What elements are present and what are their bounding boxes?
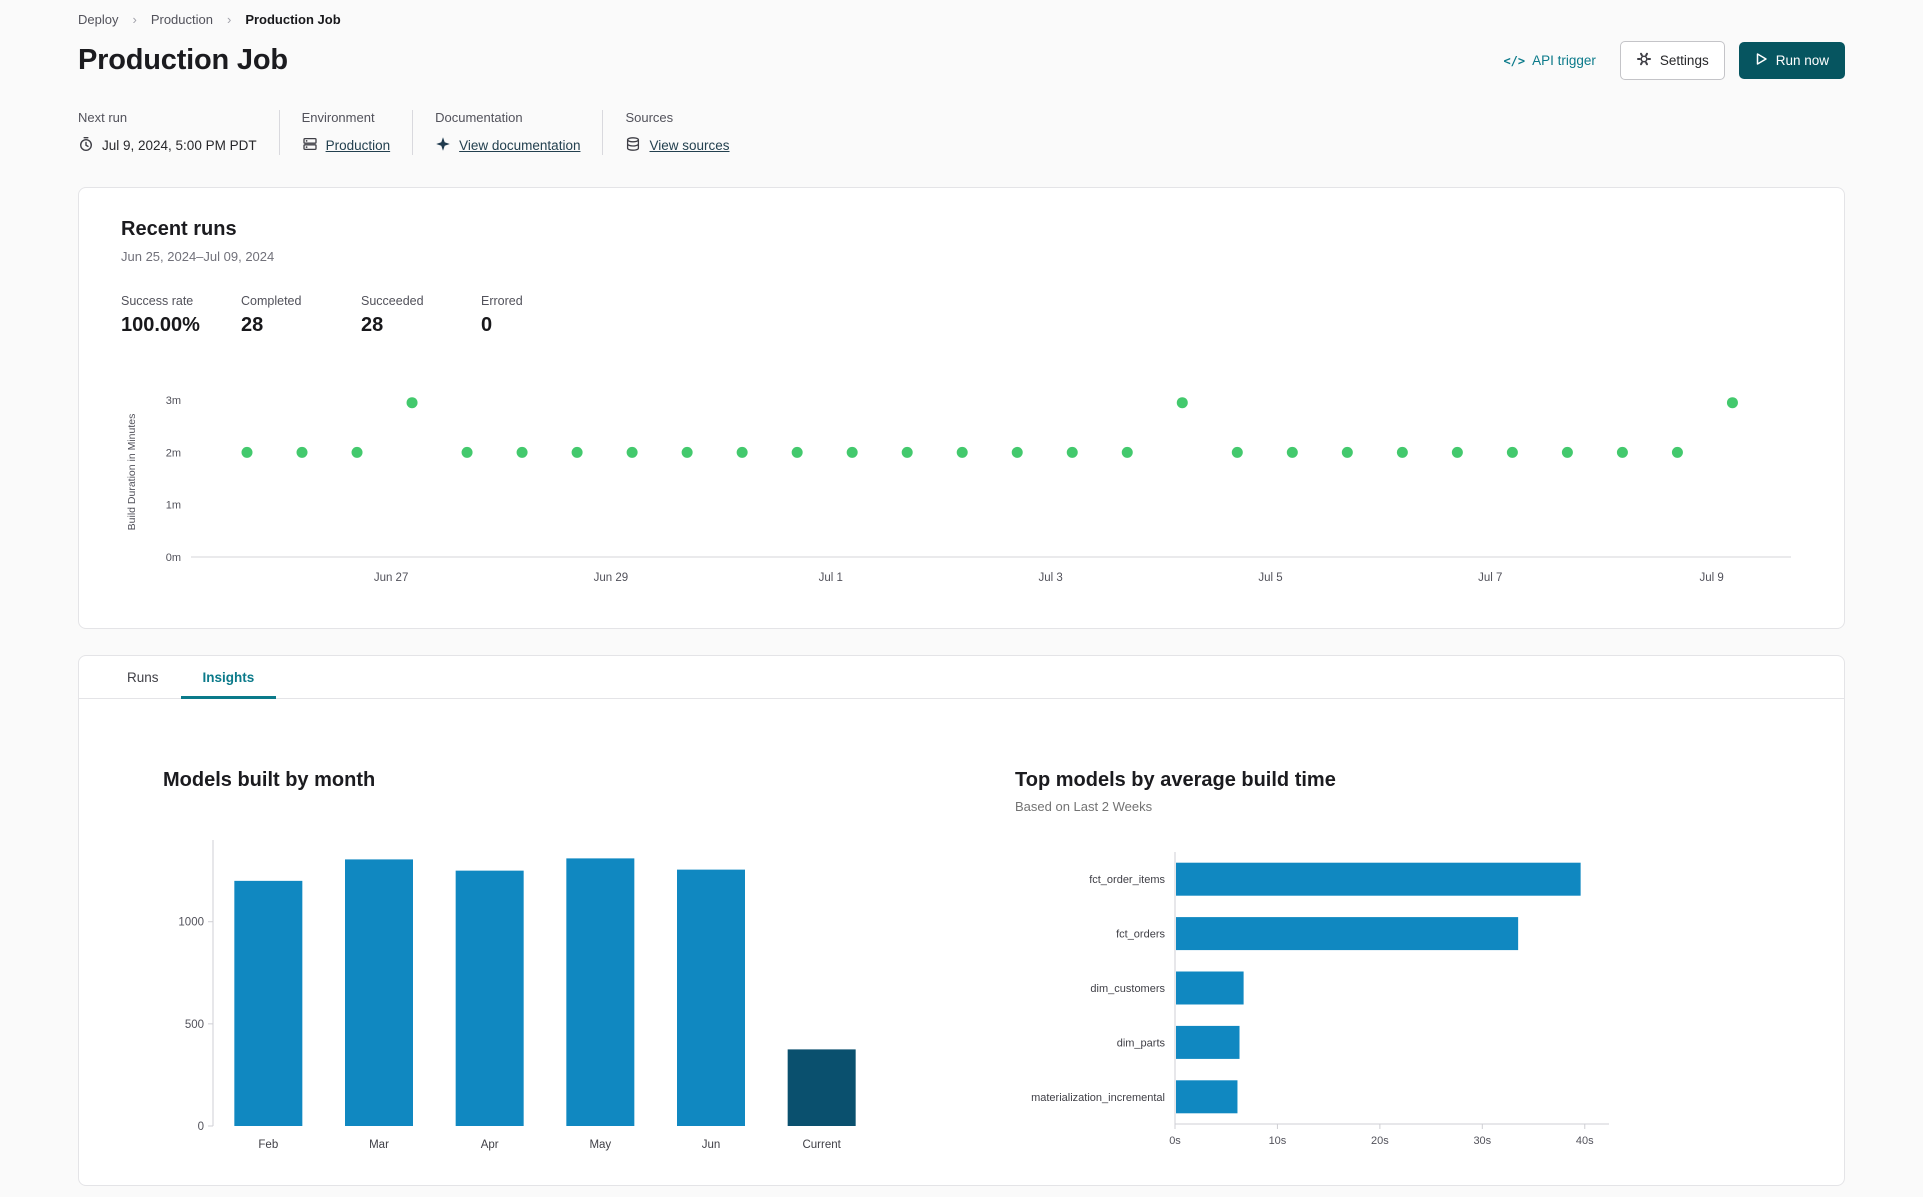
settings-button[interactable]: Settings (1619, 41, 1725, 80)
svg-text:0s: 0s (1169, 1135, 1181, 1147)
breadcrumb: Deploy › Production › Production Job (78, 12, 1845, 27)
environment-link[interactable]: Production (326, 138, 391, 153)
run-now-button-label: Run now (1775, 53, 1829, 68)
svg-text:0: 0 (198, 1121, 204, 1133)
chevron-right-icon: › (226, 12, 232, 27)
sources-section: Sources View sources (625, 110, 729, 155)
svg-text:30s: 30s (1473, 1135, 1491, 1147)
svg-text:Jul 3: Jul 3 (1038, 572, 1062, 584)
next-run-value: Jul 9, 2024, 5:00 PM PDT (102, 138, 257, 153)
run-now-button[interactable]: Run now (1738, 42, 1845, 79)
svg-text:Jun 29: Jun 29 (594, 572, 629, 584)
svg-text:Build Duration in Minutes: Build Duration in Minutes (126, 414, 138, 531)
svg-text:20s: 20s (1371, 1135, 1389, 1147)
stat-succeeded: Succeeded 28 (361, 294, 424, 336)
svg-text:Jul 1: Jul 1 (819, 572, 843, 584)
models-by-month-title: Models built by month (163, 769, 376, 791)
play-icon (1755, 52, 1768, 69)
next-run-label: Next run (78, 110, 128, 125)
documentation-label: Documentation (435, 110, 523, 125)
job-detail-card: Runs Insights Models built by month 0 500… (78, 655, 1845, 1186)
svg-text:fct_orders: fct_orders (1116, 929, 1165, 941)
svg-text:Apr: Apr (481, 1139, 499, 1151)
view-documentation-link[interactable]: View documentation (459, 138, 580, 153)
environment-section: Environment Production (302, 110, 391, 155)
breadcrumb-item-current: Production Job (245, 12, 341, 27)
recent-runs-card: Recent runs Jun 25, 2024–Jul 09, 2024 Su… (78, 187, 1845, 629)
breadcrumb-item-deploy[interactable]: Deploy (78, 12, 118, 27)
documentation-section: Documentation View documentation (435, 110, 580, 155)
svg-text:1000: 1000 (178, 917, 204, 929)
models-by-month-section: Models built by month 0 500 1000 Feb Mar Apr M… (163, 769, 1015, 1170)
next-run-section: Next run Jul 9, 2024, 5:00 PM PDT (78, 110, 257, 155)
job-info-bar: Next run Jul 9, 2024, 5:00 PM PDT Enviro… (78, 110, 1845, 155)
top-models-subtitle: Based on Last 2 Weeks (1015, 799, 1153, 814)
page-title: Production Job (78, 44, 288, 76)
vertical-divider (278, 110, 280, 155)
svg-text:40s: 40s (1576, 1135, 1594, 1147)
insights-panel: Models built by month 0 500 1000 Feb Mar Apr M… (79, 699, 1844, 1170)
database-icon (625, 136, 641, 155)
page-header: Production Job </> API trigger Settings … (78, 41, 1845, 80)
sources-label: Sources (625, 110, 674, 125)
tab-bar: Runs Insights (79, 656, 1844, 699)
header-actions: </> API trigger Settings Run now (1503, 41, 1845, 80)
tab-insights[interactable]: Insights (180, 656, 277, 699)
stat-completed: Completed 28 (241, 294, 302, 336)
tab-runs[interactable]: Runs (105, 656, 181, 699)
docs-icon (435, 136, 451, 155)
svg-text:dim_parts: dim_parts (1117, 1037, 1166, 1049)
svg-text:Jul 9: Jul 9 (1699, 572, 1723, 584)
stat-success-rate: Success rate 100.00% (121, 294, 200, 336)
view-sources-link[interactable]: View sources (649, 138, 729, 153)
chevron-right-icon: › (132, 12, 137, 27)
breadcrumb-item-production[interactable]: Production (151, 12, 213, 27)
api-trigger-link[interactable]: </> API trigger (1503, 53, 1595, 68)
production-job-page: Deploy › Production › Production Job Pro… (0, 0, 1923, 1186)
environment-icon (302, 136, 318, 155)
settings-button-label: Settings (1659, 53, 1709, 68)
models-by-month-chart-svg: 0 500 1000 Feb Mar Apr May Jun Current (178, 840, 856, 1151)
svg-text:Feb: Feb (258, 1139, 278, 1151)
top-models-section: Top models by average build time Based o… (1015, 769, 1665, 1170)
gear-icon (1636, 51, 1652, 70)
recent-runs-date-range: Jun 25, 2024–Jul 09, 2024 (121, 249, 275, 264)
svg-text:Current: Current (802, 1139, 841, 1151)
svg-text:2m: 2m (166, 447, 181, 459)
recent-runs-stats: Success rate 100.00% Completed 28 Succee… (121, 294, 1802, 337)
svg-text:fct_order_items: fct_order_items (1089, 874, 1165, 886)
vertical-divider (602, 110, 604, 155)
svg-text:500: 500 (185, 1019, 204, 1031)
stat-errored: Errored 0 (481, 294, 523, 336)
svg-text:Jul 7: Jul 7 (1478, 572, 1502, 584)
svg-text:1m: 1m (166, 500, 181, 512)
vertical-divider (412, 110, 414, 155)
recent-runs-title: Recent runs (121, 218, 237, 240)
svg-text:dim_customers: dim_customers (1090, 983, 1165, 995)
build-duration-chart: 0m 1m 2m 3m Build Duration in Minutes Jun 27 J… (121, 367, 1802, 604)
svg-text:May: May (589, 1139, 611, 1151)
svg-text:Jul 5: Jul 5 (1258, 572, 1282, 584)
svg-text:Jun 27: Jun 27 (374, 572, 409, 584)
svg-text:3m: 3m (166, 395, 181, 407)
svg-text:10s: 10s (1269, 1135, 1287, 1147)
api-trigger-label: API trigger (1532, 53, 1596, 68)
svg-text:Jun: Jun (702, 1139, 721, 1151)
top-models-title: Top models by average build time (1015, 769, 1336, 791)
svg-text:0m: 0m (166, 552, 181, 564)
code-icon: </> (1503, 53, 1526, 68)
clock-icon (78, 136, 94, 155)
build-duration-chart-svg: 0m 1m 2m 3m Build Duration in Minutes Jun 27 J… (126, 395, 1791, 584)
svg-text:materialization_incremental: materialization_incremental (1031, 1092, 1165, 1104)
svg-text:Mar: Mar (369, 1139, 389, 1151)
top-models-chart-svg: 0s 10s 20s 30s 40s fct_order_items fct_ordersd… (1031, 852, 1609, 1147)
environment-label: Environment (301, 110, 375, 125)
